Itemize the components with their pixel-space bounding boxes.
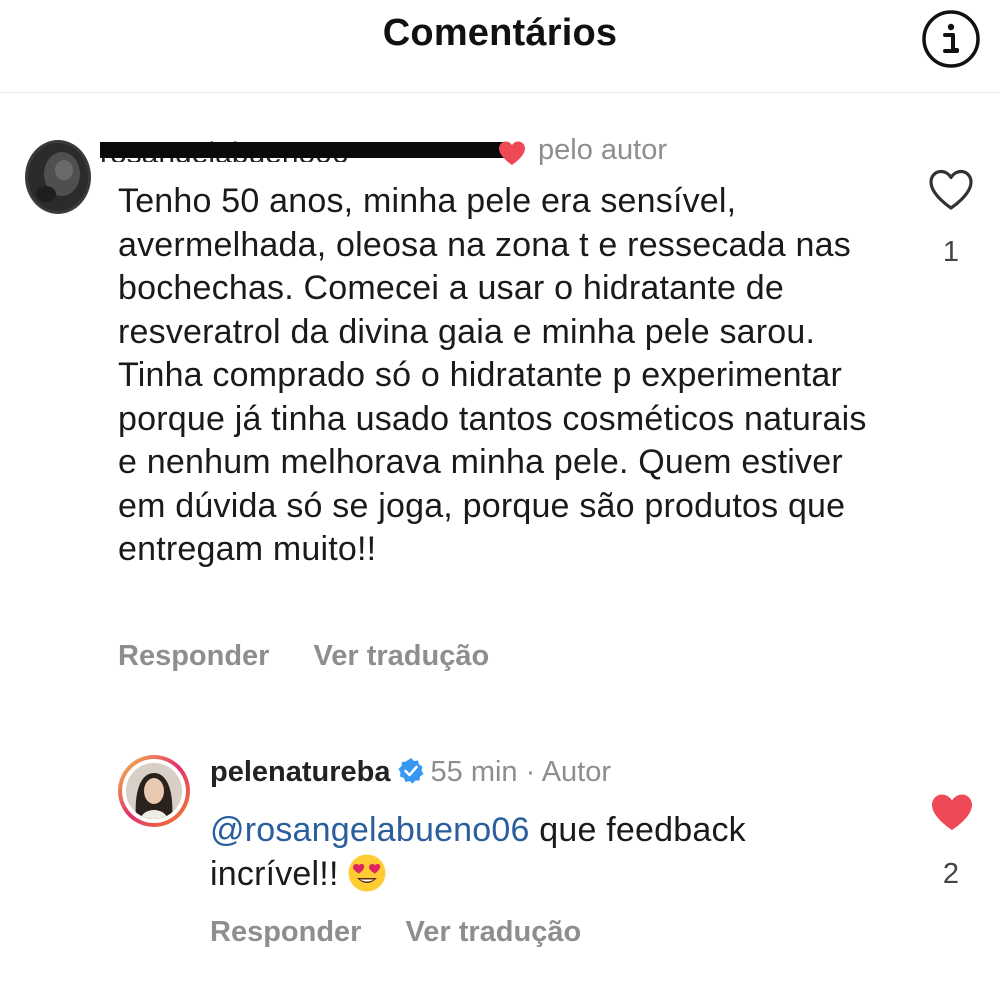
like-heart-filled-icon[interactable] — [930, 792, 974, 832]
author-username[interactable]: pelenatureba — [210, 756, 391, 788]
see-translation-button[interactable]: Ver tradução — [405, 916, 581, 948]
reply-meta: pelenatureba 55 min · Autor — [210, 756, 611, 796]
reply-timestamp: 55 min · Autor — [430, 756, 612, 788]
verified-badge-icon — [398, 758, 423, 784]
comment-like-count: 1 — [942, 236, 960, 268]
author-avatar[interactable] — [118, 755, 190, 827]
liked-by-author-label: pelo autor — [538, 134, 667, 166]
heart-eyes-emoji-icon — [348, 854, 386, 892]
comment-text: Tenho 50 anos, minha pele era sensível, … — [118, 182, 867, 568]
reply-button[interactable]: Responder — [210, 916, 361, 948]
mention-link[interactable]: @rosangelabueno06 — [210, 811, 530, 849]
comment-meta: rosangelabueno06 pelo autor — [100, 130, 720, 170]
comment-actions: Responder Ver tradução — [118, 640, 489, 673]
page-title: Comentários — [382, 12, 618, 54]
like-heart-outline-icon[interactable] — [928, 168, 974, 212]
header: Comentários — [0, 0, 1000, 93]
reply-like-count: 2 — [942, 858, 960, 890]
reply-button[interactable]: Responder — [118, 640, 269, 672]
info-icon[interactable] — [920, 8, 982, 70]
reply-text: @rosangelabueno06 que feedback incrível!… — [210, 808, 870, 896]
comments-screen: Comentários rosangelabueno06 pelo autor — [0, 0, 1000, 1000]
reply-actions: Responder Ver tradução — [210, 916, 581, 949]
see-translation-button[interactable]: Ver tradução — [313, 640, 489, 672]
redaction-bar — [100, 142, 508, 158]
commenter-avatar[interactable] — [24, 138, 92, 216]
author-heart-icon — [499, 141, 525, 165]
